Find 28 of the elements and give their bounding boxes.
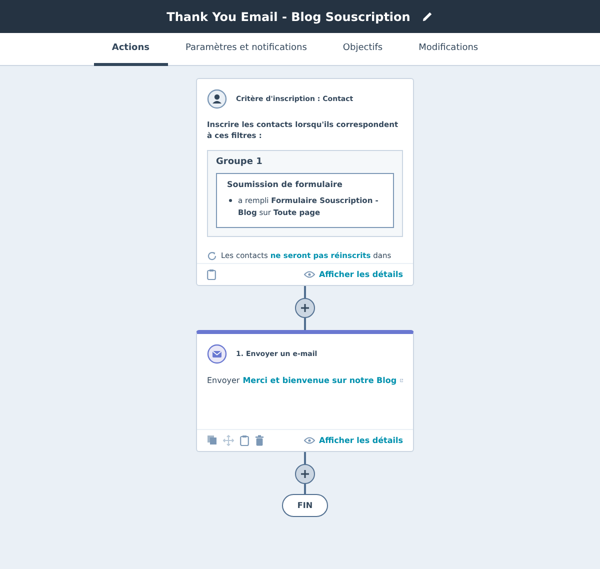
- group-title: Groupe 1: [216, 156, 264, 166]
- bullet-icon: [229, 198, 232, 202]
- refresh-icon: [207, 250, 217, 260]
- view-details-link[interactable]: Afficher les détails: [304, 436, 403, 444]
- email-link[interactable]: Merci et bienvenue sur notre Blog: [242, 376, 397, 384]
- eye-icon: [304, 436, 315, 444]
- plus-icon: [300, 302, 310, 312]
- edit-icon[interactable]: [422, 11, 434, 22]
- send-label: Envoyer: [207, 376, 240, 384]
- tab[interactable]: Paramètres et notifications: [168, 33, 325, 66]
- workflow-title: Thank You Email - Blog Souscription: [166, 10, 410, 24]
- filter-title: Soumission de formulaire: [227, 180, 344, 188]
- view-details-link[interactable]: Afficher les détails: [304, 270, 403, 278]
- contact-icon: [207, 89, 227, 109]
- plus-icon: [300, 468, 310, 478]
- tab[interactable]: Objectifs: [324, 33, 401, 66]
- end-node: FIN: [282, 494, 328, 516]
- tab[interactable]: Modifications: [400, 33, 496, 66]
- clipboard-icon[interactable]: [207, 268, 216, 280]
- tab[interactable]: Actions: [94, 33, 168, 66]
- add-step-button[interactable]: [295, 298, 315, 318]
- copy-icon[interactable]: [207, 435, 217, 445]
- move-icon[interactable]: [223, 434, 234, 446]
- envelope-icon: [207, 344, 227, 364]
- trash-icon[interactable]: [255, 434, 264, 446]
- add-step-button[interactable]: [295, 464, 315, 484]
- eye-icon: [304, 270, 315, 278]
- clipboard-icon[interactable]: [240, 434, 249, 446]
